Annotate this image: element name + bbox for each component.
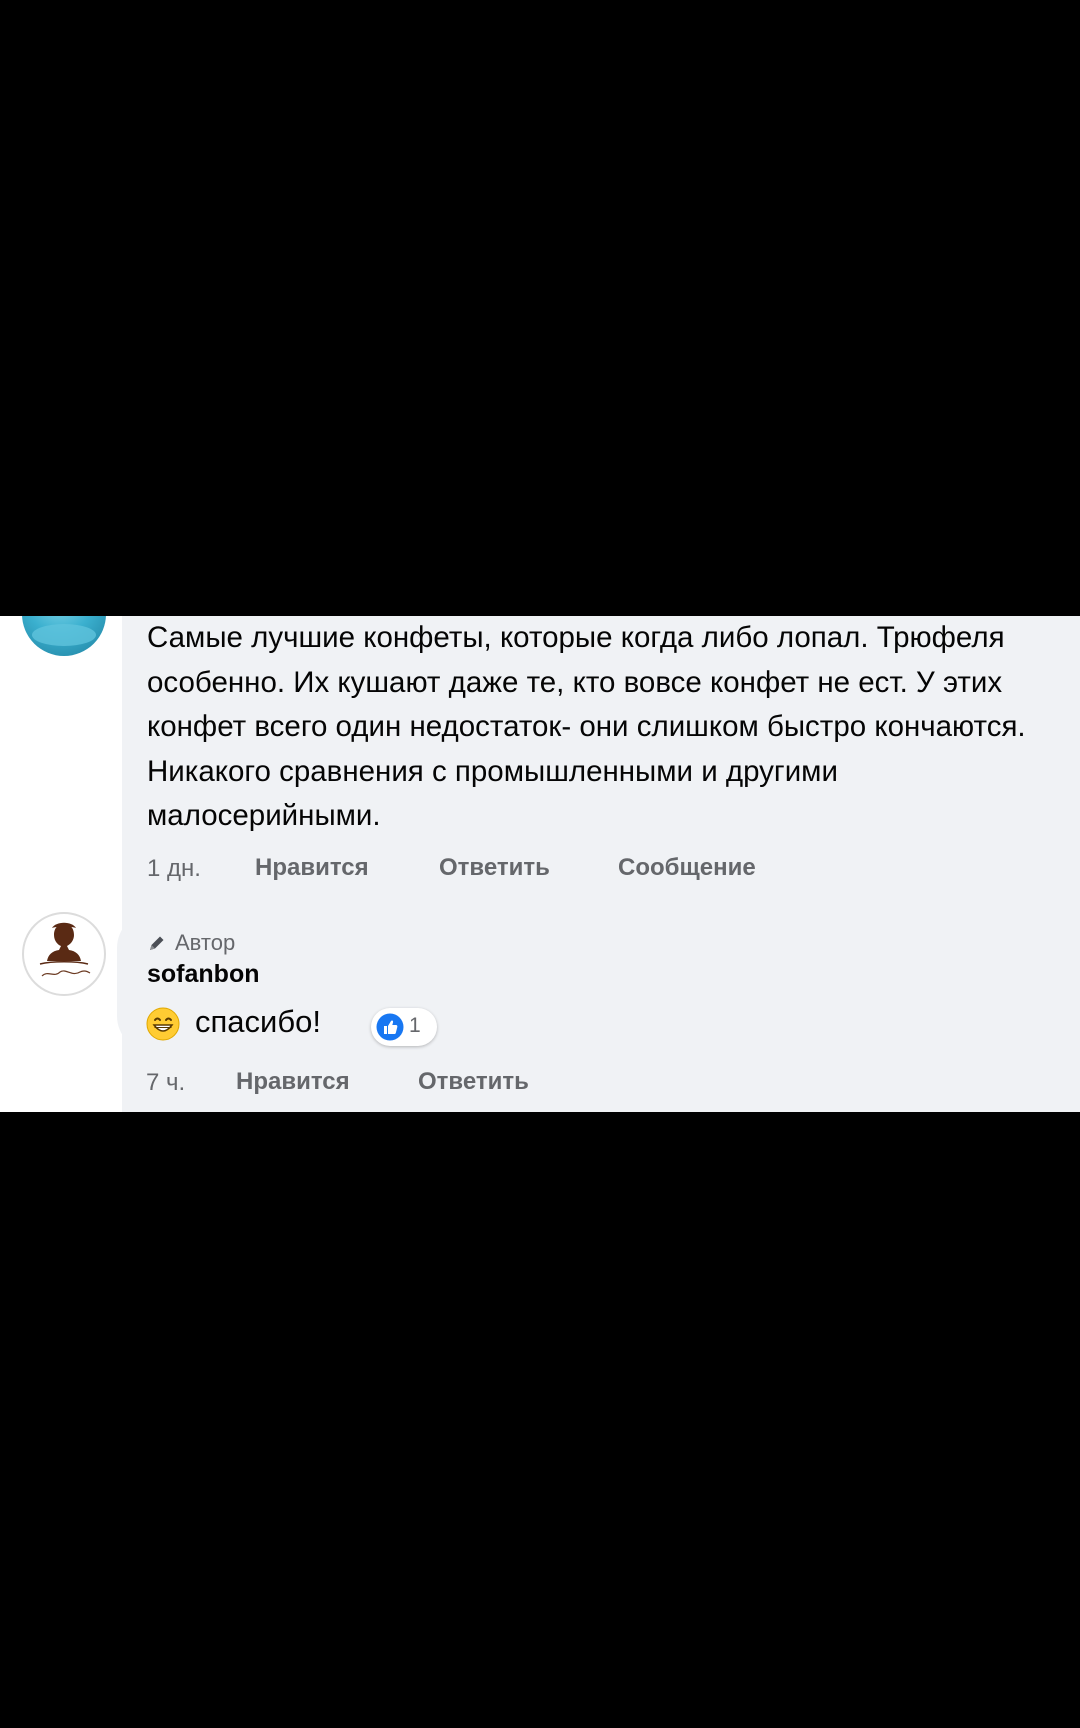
reply-time: 7 ч. [146, 1069, 186, 1096]
reply-reply-button[interactable]: Ответить [418, 1068, 529, 1096]
comment-text: Самые лучшие конфеты, которые когда либо… [147, 621, 1026, 832]
avatar-image-detail [32, 624, 96, 646]
reply-text: спасибо! [195, 1004, 321, 1039]
reaction-count-value: 1 [409, 1014, 421, 1037]
author-avatar[interactable] [22, 912, 106, 996]
author-badge: Автор [147, 930, 235, 956]
comments-panel: Самые лучшие конфеты, которые когда либо… [0, 616, 1080, 1112]
like-button[interactable]: Нравится [255, 854, 369, 882]
author-name[interactable]: sofanbon [147, 960, 260, 989]
pencil-icon [150, 936, 164, 950]
commenter-avatar[interactable] [22, 616, 106, 656]
message-button[interactable]: Сообщение [618, 854, 756, 882]
author-badge-label: Автор [175, 930, 236, 955]
comment-time: 1 дн. [147, 855, 201, 882]
reply-like-button[interactable]: Нравится [236, 1068, 350, 1096]
like-icon [376, 1013, 404, 1041]
reply-button[interactable]: Ответить [439, 854, 550, 882]
grinning-face-icon [146, 1007, 180, 1041]
reaction-count[interactable]: 1 [371, 1008, 437, 1046]
silhouette-logo-icon [39, 922, 91, 977]
